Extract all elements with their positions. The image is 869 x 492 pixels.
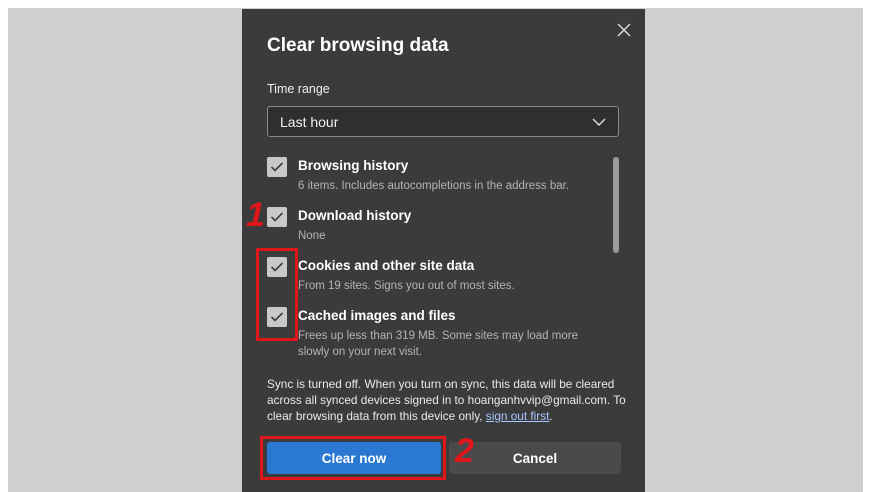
list-scrollbar[interactable] <box>613 157 619 253</box>
annotation-step-2: 2 <box>455 432 474 470</box>
sync-notice-end: . <box>549 409 553 423</box>
checkmark-icon <box>270 212 284 222</box>
sync-notice: Sync is turned off. When you turn on syn… <box>267 376 627 424</box>
sign-out-link[interactable]: sign out first <box>486 409 550 423</box>
checkmark-icon <box>270 162 284 172</box>
annotation-box-checkboxes <box>256 248 298 341</box>
cached-images-description: Frees up less than 319 MB. Some sites ma… <box>298 330 578 358</box>
close-icon <box>617 23 631 37</box>
annotation-box-clear-button <box>260 436 446 480</box>
sync-notice-text: Sync is turned off. When you turn on syn… <box>267 377 626 423</box>
download-history-label: Download history <box>298 208 412 223</box>
cookies-description: From 19 sites. Signs you out of most sit… <box>298 280 515 292</box>
clear-browsing-data-dialog: Clear browsing data Time range Last hour… <box>242 9 645 492</box>
close-button[interactable] <box>613 19 635 41</box>
dialog-title: Clear browsing data <box>267 35 449 56</box>
time-range-select[interactable]: Last hour <box>267 106 619 137</box>
download-history-checkbox[interactable] <box>267 207 287 227</box>
time-range-value: Last hour <box>280 113 339 130</box>
browsing-history-label: Browsing history <box>298 158 409 173</box>
data-type-list: Browsing history 6 items. Includes autoc… <box>267 157 607 367</box>
time-range-label: Time range <box>267 82 330 96</box>
browsing-history-checkbox[interactable] <box>267 157 287 177</box>
browsing-history-description: 6 items. Includes autocompletions in the… <box>298 180 570 192</box>
cached-images-label: Cached images and files <box>298 308 456 323</box>
chevron-down-icon <box>592 118 606 126</box>
cookies-label: Cookies and other site data <box>298 258 475 273</box>
download-history-description: None <box>298 230 326 242</box>
annotation-step-1: 1 <box>246 196 265 234</box>
cancel-button[interactable]: Cancel <box>449 442 621 474</box>
